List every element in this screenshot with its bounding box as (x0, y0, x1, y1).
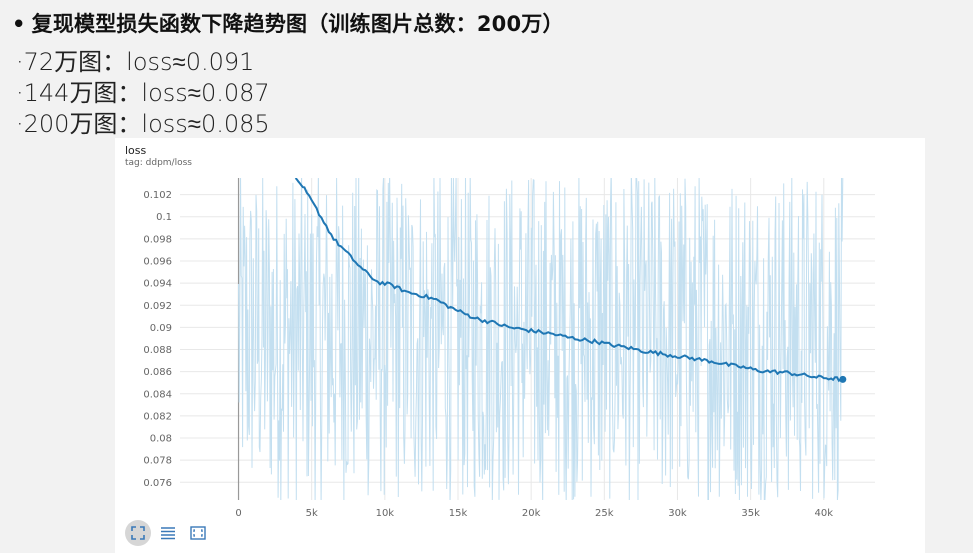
y-tick-label: 0.094 (143, 279, 172, 290)
y-tick-label: 0.086 (143, 367, 172, 378)
y-tick-label: 0.082 (143, 411, 172, 422)
y-tick-label: 0.1 (156, 212, 172, 223)
fullscreen-button[interactable] (125, 520, 151, 546)
fit-domain-button[interactable] (185, 520, 211, 546)
last-point-marker (839, 375, 847, 383)
loss-notes: ·72万图：loss≈0.091 ·144万图：loss≈0.087 ·200万… (16, 47, 270, 140)
x-tick-label: 30k (668, 508, 687, 518)
slide-title-text: 复现模型损失函数下降趋势图（训练图片总数：200万） (31, 12, 564, 36)
y-tick-label: 0.088 (143, 345, 172, 356)
title-bullet: • (12, 12, 26, 36)
y-tick-label: 0.09 (150, 323, 172, 334)
note-144w: ·144万图：loss≈0.087 (16, 79, 270, 107)
raw-loss-series (238, 178, 844, 500)
loss-chart: 0.076 0.078 0.08 0.082 0.084 0.086 0.088 0.09 0.… (143, 178, 875, 518)
fit-domain-icon (190, 526, 206, 540)
x-tick-label: 20k (522, 508, 541, 518)
slide-title: • 复现模型损失函数下降趋势图（训练图片总数：200万） (12, 8, 564, 38)
chart-card: loss tag: ddpm/loss 0.076 0.078 0.08 0.082 0… (115, 138, 925, 553)
x-tick-label: 35k (741, 508, 760, 518)
y-tick-label: 0.096 (143, 256, 172, 267)
toggle-y-log-button[interactable] (155, 520, 181, 546)
y-tick-label: 0.102 (143, 190, 172, 201)
x-tick-label: 0 (235, 508, 241, 518)
chart-toolbar (125, 520, 211, 546)
note-200w: ·200万图：loss≈0.085 (16, 110, 270, 138)
note-72w: ·72万图：loss≈0.091 (16, 48, 255, 76)
y-tick-label: 0.078 (143, 456, 172, 467)
x-tick-label: 25k (595, 508, 614, 518)
y-tick-label: 0.098 (143, 234, 172, 245)
y-tick-label: 0.076 (143, 478, 172, 489)
y-tick-label: 0.08 (150, 434, 172, 445)
fullscreen-icon (131, 526, 145, 540)
x-tick-label: 10k (376, 508, 395, 518)
x-tick-label: 15k (449, 508, 468, 518)
list-icon (161, 527, 175, 540)
y-tick-label: 0.092 (143, 301, 172, 312)
y-tick-label: 0.084 (143, 389, 172, 400)
x-tick-label: 40k (815, 508, 834, 518)
x-tick-label: 5k (306, 508, 318, 518)
